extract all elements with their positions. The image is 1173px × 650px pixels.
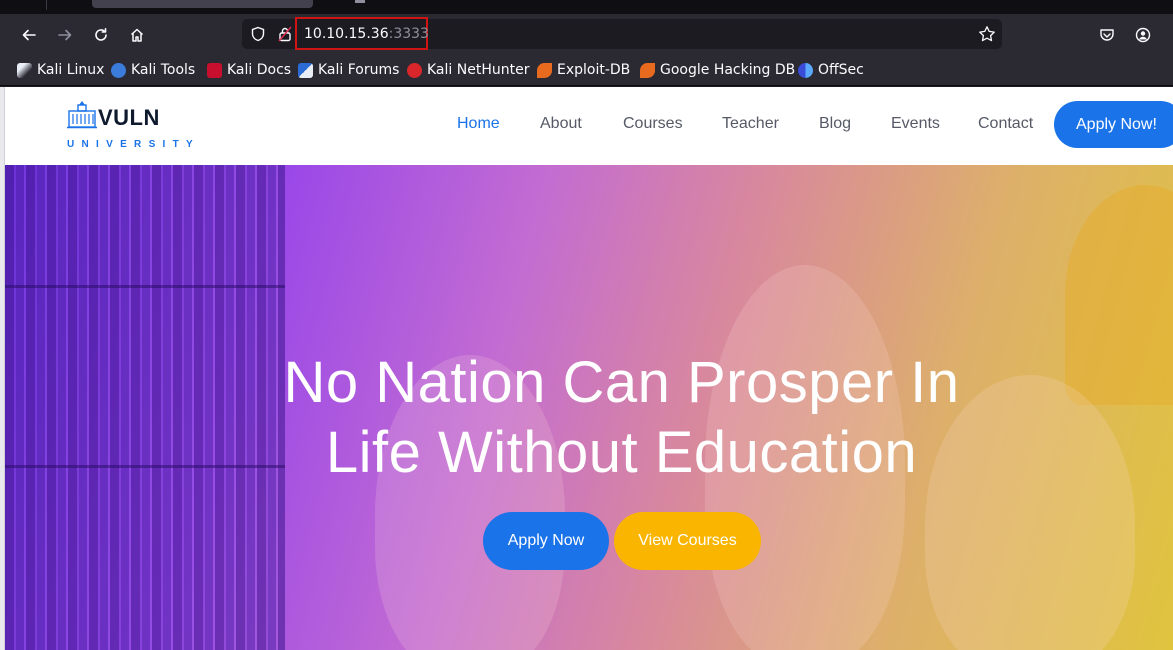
url-text[interactable]: 10.10.15.36:3333 [304,26,429,42]
bookmark-kali-nethunter[interactable]: Kali NetHunter [407,61,529,79]
view-courses-button[interactable]: View Courses [614,512,761,570]
kali-forums-icon [298,62,313,78]
url-port: :3333 [388,26,429,42]
kali-tools-icon [111,62,126,78]
apply-now-header-button[interactable]: Apply Now! [1054,101,1173,148]
nav-courses[interactable]: Courses [623,115,683,133]
bookmark-kali-tools[interactable]: Kali Tools [111,61,195,79]
bookmark-label: Kali Forums [318,62,400,78]
bookmark-kali-linux[interactable]: Kali Linux [17,61,104,79]
web-page: VULN UNIVERSITY Home About Courses Teach… [0,87,1173,650]
tab-strip [0,0,1173,14]
home-icon [130,28,144,42]
kali-docs-icon [207,62,222,78]
ghdb-icon [640,62,655,78]
tab-separator [46,0,47,10]
bookmark-kali-forums[interactable]: Kali Forums [298,61,399,79]
bookmark-offsec[interactable]: OffSec [798,61,864,79]
url-host: 10.10.15.36 [304,26,389,42]
pocket-icon [1100,29,1114,41]
browser-tab[interactable] [92,0,313,8]
bookmark-label: Google Hacking DB [660,62,796,78]
bookmark-label: Exploit-DB [557,62,631,78]
pocket-button[interactable] [1095,23,1119,47]
bookmark-google-hacking-db[interactable]: Google Hacking DB [640,61,795,79]
back-arrow-icon [22,29,36,41]
hero-headline-line-2: Life Without Education [325,420,918,485]
hero-headline: No Nation Can Prosper In Life Without Ed… [5,348,1173,488]
apply-now-button[interactable]: Apply Now [483,512,609,570]
offsec-icon [798,62,813,78]
insecure-lock-icon[interactable] [278,26,292,42]
hero-headline-line-1: No Nation Can Prosper In [283,350,960,415]
bookmark-label: OffSec [818,62,864,78]
reload-button[interactable] [88,22,114,48]
nav-home[interactable]: Home [457,115,500,133]
nav-about[interactable]: About [540,115,582,133]
logo-title: VULN [98,105,160,130]
bookmarks-toolbar: Kali Linux Kali Tools Kali Docs Kali For… [0,54,1173,86]
nav-blog[interactable]: Blog [819,115,851,133]
forward-arrow-icon [58,29,72,41]
nethunter-icon [407,62,422,78]
account-icon [1135,27,1151,43]
back-button[interactable] [16,22,42,48]
nav-teacher[interactable]: Teacher [722,115,779,133]
exploit-db-icon [537,62,552,78]
bookmark-exploit-db[interactable]: Exploit-DB [537,61,630,79]
nav-contact[interactable]: Contact [978,115,1033,133]
kali-dragon-icon [17,62,32,78]
account-button[interactable] [1131,23,1155,47]
browser-toolbar: 10.10.15.36:3333 [0,14,1173,54]
bookmark-label: Kali Linux [37,62,105,78]
address-bar[interactable]: 10.10.15.36:3333 [242,17,1002,50]
bookmark-label: Kali NetHunter [427,62,530,78]
nav-events[interactable]: Events [891,115,940,133]
forward-button[interactable] [52,22,78,48]
home-button[interactable] [124,22,150,48]
bookmark-label: Kali Tools [131,62,196,78]
shelf-divider [5,285,285,288]
bookmark-label: Kali Docs [227,62,292,78]
site-header: VULN UNIVERSITY Home About Courses Teach… [5,87,1173,165]
tracking-shield-icon[interactable] [250,26,266,42]
hero-banner: No Nation Can Prosper In Life Without Ed… [5,165,1173,650]
logo-subtitle: UNIVERSITY [67,139,201,150]
bookmark-kali-docs[interactable]: Kali Docs [207,61,291,79]
tab-title-fragment [355,0,365,3]
bookmark-star-icon[interactable] [978,25,996,43]
reload-icon [95,28,107,41]
university-building-icon [67,101,97,129]
